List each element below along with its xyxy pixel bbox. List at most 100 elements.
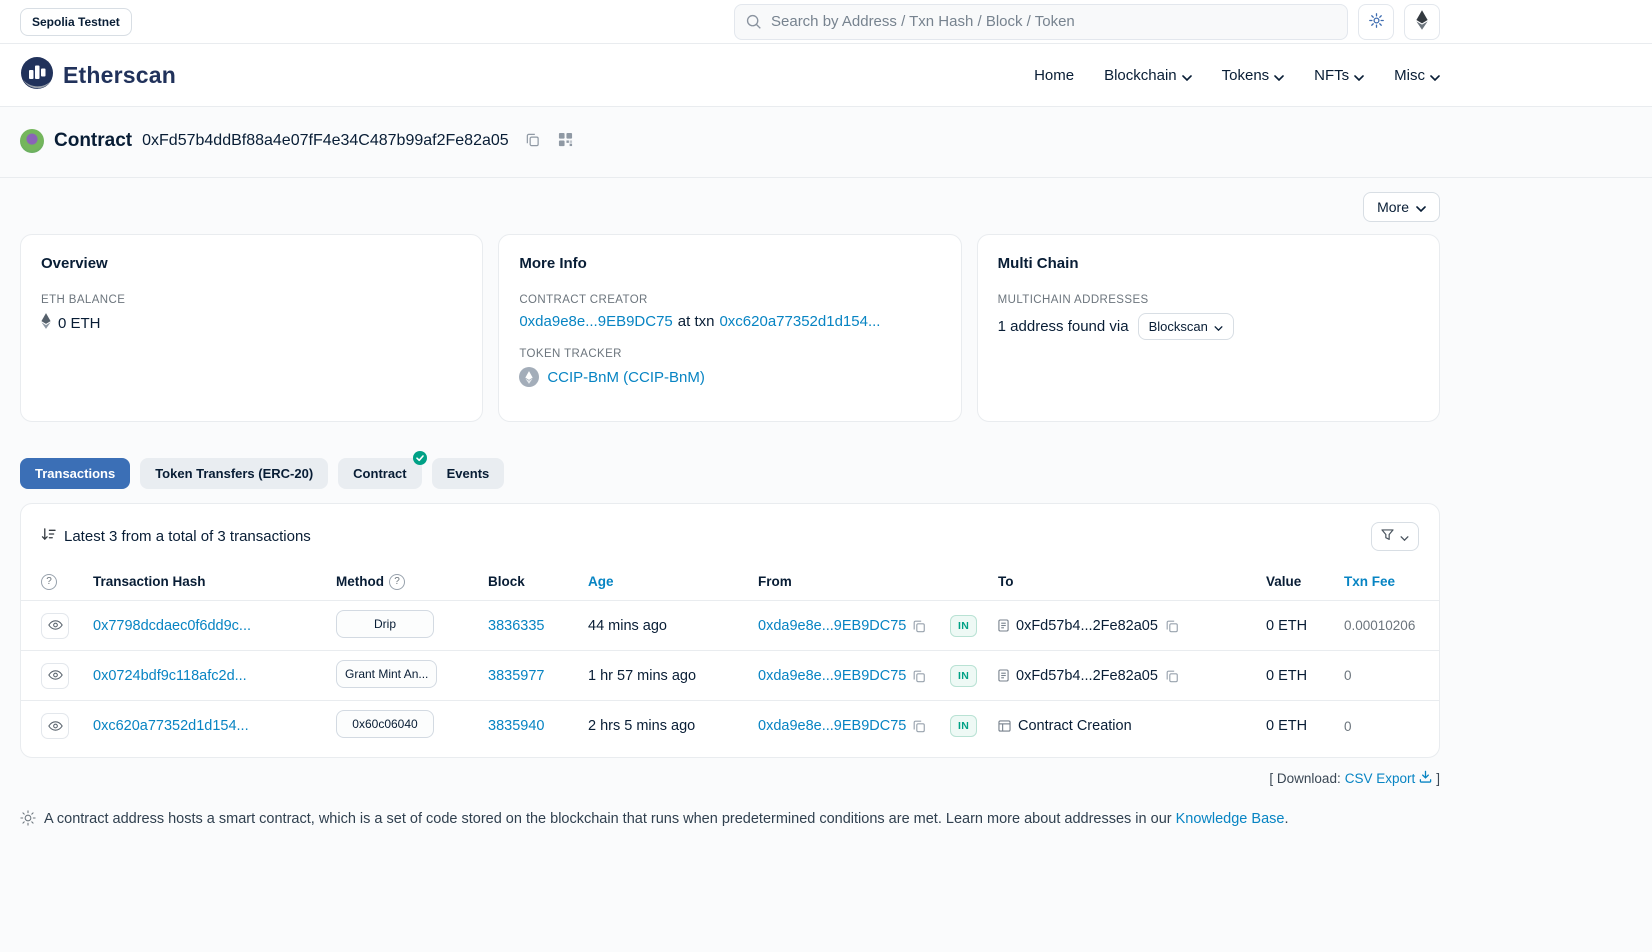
more-info-card: More Info CONTRACT CREATOR 0xda9e8e...9E… [498, 234, 961, 422]
copy-icon[interactable] [912, 669, 926, 683]
transactions-panel: Latest 3 from a total of 3 transactions … [20, 503, 1440, 758]
txn-hash-link[interactable]: 0xc620a77352d1d154... [93, 718, 249, 734]
help-icon[interactable] [389, 574, 405, 590]
block-link[interactable]: 3836335 [488, 618, 544, 634]
card-title: More Info [519, 255, 940, 272]
table-header-row: Transaction Hash Method Block Age From T… [21, 563, 1439, 601]
chevron-down-icon [1274, 68, 1284, 85]
txn-hash-link[interactable]: 0x7798dcdaec0f6dd9c... [93, 618, 251, 634]
col-value: Value [1266, 574, 1344, 589]
age-text: 2 hrs 5 mins ago [588, 718, 695, 734]
nav-blockchain[interactable]: Blockchain [1104, 66, 1192, 85]
contract-header: Contract 0xFd57b4ddBf88a4e07fF4e34C487b9… [0, 107, 1652, 178]
tab-transactions[interactable]: Transactions [20, 458, 130, 489]
funnel-icon [1381, 529, 1394, 544]
search-icon [745, 13, 762, 35]
creation-txn-link[interactable]: 0xc620a77352d1d154... [719, 313, 880, 330]
more-button[interactable]: More [1363, 192, 1440, 222]
table-body: 0x7798dcdaec0f6dd9c... Drip 3836335 44 m… [21, 601, 1439, 751]
csv-export-label: CSV Export [1345, 771, 1416, 786]
eye-preview-button[interactable] [41, 663, 69, 689]
tab-contract[interactable]: Contract [338, 458, 421, 489]
filter-button[interactable] [1371, 522, 1419, 551]
top-bar: Sepolia Testnet [0, 0, 1652, 44]
nav-home[interactable]: Home [1034, 67, 1074, 84]
direction-badge: IN [950, 715, 977, 737]
network-switch-button[interactable] [1404, 4, 1440, 40]
blockscan-dropdown[interactable]: Blockscan [1138, 313, 1234, 340]
to-address: 0xFd57b4...2Fe82a05 [1016, 618, 1158, 634]
block-link[interactable]: 3835940 [488, 718, 544, 734]
col-txn-fee[interactable]: Txn Fee [1344, 574, 1419, 589]
brand-name: Etherscan [63, 62, 176, 89]
col-label: Method [336, 574, 384, 589]
copy-address-button[interactable] [523, 130, 542, 152]
help-icon[interactable] [41, 574, 57, 590]
nav-label: Tokens [1222, 67, 1270, 84]
block-link[interactable]: 3835977 [488, 668, 544, 684]
chevron-down-icon [1400, 529, 1409, 544]
chevron-down-icon [1416, 199, 1426, 215]
txn-hash-link[interactable]: 0x0724bdf9c118afc2d... [93, 668, 247, 684]
tab-label: Contract [353, 466, 406, 481]
method-badge[interactable]: 0x60c06040 [336, 710, 434, 738]
multichain-addresses-label: MULTICHAIN ADDRESSES [998, 294, 1419, 306]
eye-preview-button[interactable] [41, 613, 69, 639]
chevron-down-icon [1182, 68, 1192, 85]
ethereum-icon [1416, 10, 1428, 33]
etherscan-logo[interactable]: Etherscan [20, 56, 176, 95]
nav-label: Home [1034, 67, 1074, 84]
value-text: 0 ETH [1266, 668, 1344, 684]
copy-icon[interactable] [1165, 619, 1179, 633]
search-input[interactable] [734, 4, 1348, 40]
page-title: Contract [54, 130, 132, 152]
copy-icon[interactable] [912, 619, 926, 633]
tab-token-transfers[interactable]: Token Transfers (ERC-20) [140, 458, 328, 489]
address-avatar [20, 129, 44, 153]
col-age[interactable]: Age [588, 574, 758, 589]
creator-address-link[interactable]: 0xda9e8e...9EB9DC75 [519, 313, 672, 330]
nav-tokens[interactable]: Tokens [1222, 66, 1285, 85]
more-label: More [1377, 199, 1409, 215]
multichain-found-text: 1 address found via [998, 318, 1129, 335]
csv-export-link[interactable]: CSV Export [1345, 770, 1433, 786]
to-address: 0xFd57b4...2Fe82a05 [1016, 668, 1158, 684]
contract-creation-icon [998, 720, 1011, 732]
download-suffix: ] [1436, 771, 1440, 786]
copy-icon [525, 132, 540, 150]
theme-toggle-button[interactable] [1358, 4, 1394, 40]
network-badge[interactable]: Sepolia Testnet [20, 8, 132, 36]
copy-icon[interactable] [912, 719, 926, 733]
qr-code-button[interactable] [556, 130, 575, 152]
from-address-link[interactable]: 0xda9e8e...9EB9DC75 [758, 718, 906, 734]
sun-icon [1368, 12, 1385, 32]
main-nav: Home Blockchain Tokens NFTs Misc [1034, 66, 1440, 85]
token-tracker-link[interactable]: CCIP-BnM (CCIP-BnM) [547, 369, 705, 386]
multi-chain-card: Multi Chain MULTICHAIN ADDRESSES 1 addre… [977, 234, 1440, 422]
from-address-link[interactable]: 0xda9e8e...9EB9DC75 [758, 618, 906, 634]
tip-icon [20, 810, 36, 830]
knowledge-base-link[interactable]: Knowledge Base [1176, 811, 1285, 827]
contract-doc-icon [998, 669, 1009, 682]
txn-fee-text: 0.00010206 [1344, 618, 1419, 633]
nav-nfts[interactable]: NFTs [1314, 66, 1364, 85]
site-header: Etherscan Home Blockchain Tokens NFTs Mi… [0, 44, 1652, 107]
overview-card: Overview ETH BALANCE 0 ETH [20, 234, 483, 422]
method-badge[interactable]: Grant Mint An... [336, 660, 437, 688]
tab-events[interactable]: Events [432, 458, 505, 489]
search-bar [734, 4, 1348, 40]
nav-misc[interactable]: Misc [1394, 66, 1440, 85]
method-badge[interactable]: Drip [336, 610, 434, 638]
card-title: Multi Chain [998, 255, 1419, 272]
copy-icon[interactable] [1165, 669, 1179, 683]
txn-fee-text: 0 [1344, 719, 1419, 734]
direction-badge: IN [950, 615, 977, 637]
creator-connector: at txn [678, 313, 715, 330]
eye-preview-button[interactable] [41, 713, 69, 739]
nav-label: Blockchain [1104, 67, 1177, 84]
contract-address: 0xFd57b4ddBf88a4e07fF4e34C487b99af2Fe82a… [142, 132, 509, 150]
chevron-down-icon [1354, 68, 1364, 85]
from-address-link[interactable]: 0xda9e8e...9EB9DC75 [758, 668, 906, 684]
qr-code-icon [558, 132, 573, 150]
card-title: Overview [41, 255, 462, 272]
